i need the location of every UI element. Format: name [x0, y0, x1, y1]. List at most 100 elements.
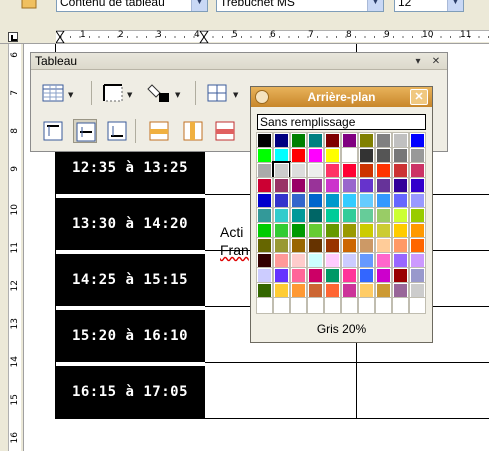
color-swatch[interactable] — [324, 252, 341, 269]
color-swatch[interactable] — [290, 297, 307, 314]
font-name-combo[interactable]: Trebuchet MS ▼ — [216, 0, 384, 12]
color-swatch[interactable] — [307, 222, 324, 239]
color-swatch[interactable] — [358, 252, 375, 269]
color-swatch[interactable] — [273, 297, 290, 314]
color-swatch[interactable] — [375, 237, 392, 254]
borders-button[interactable] — [101, 81, 125, 105]
color-swatch[interactable] — [392, 132, 409, 149]
color-swatch[interactable] — [375, 192, 392, 209]
color-swatch[interactable] — [307, 162, 324, 179]
color-swatch[interactable] — [290, 177, 307, 194]
color-swatch[interactable] — [341, 282, 358, 299]
insert-table-button[interactable] — [41, 81, 65, 105]
chevron-down-icon[interactable]: ▼ — [367, 0, 383, 11]
chevron-down-icon[interactable]: ▼ — [127, 91, 135, 99]
color-swatch[interactable] — [341, 192, 358, 209]
color-swatch[interactable] — [375, 177, 392, 194]
color-swatch[interactable] — [290, 132, 307, 149]
color-swatch[interactable] — [256, 267, 273, 284]
color-swatch[interactable] — [256, 282, 273, 299]
color-swatch[interactable] — [273, 252, 290, 269]
align-top-button[interactable] — [41, 119, 65, 143]
color-swatch[interactable] — [375, 222, 392, 239]
time-slot-cell[interactable]: 13:30 à 14:20 — [55, 198, 205, 250]
table-toolbar-titlebar[interactable]: Tableau ▾ ✕ — [31, 53, 447, 70]
color-swatch[interactable] — [324, 192, 341, 209]
color-swatch[interactable] — [375, 252, 392, 269]
color-swatch[interactable] — [358, 297, 375, 314]
paragraph-style-combo[interactable]: Contenu de tableau ▼ — [56, 0, 208, 12]
font-size-combo[interactable]: 12 ▼ — [394, 0, 464, 12]
color-swatch[interactable] — [341, 297, 358, 314]
background-color-popup[interactable]: Arrière-plan ✕ Sans remplissage Gris 20% — [250, 86, 433, 343]
color-swatch[interactable] — [409, 132, 426, 149]
color-swatch[interactable] — [307, 207, 324, 224]
color-swatch[interactable] — [256, 162, 273, 179]
color-swatch[interactable] — [307, 192, 324, 209]
color-swatch[interactable] — [273, 237, 290, 254]
chevron-down-icon[interactable]: ▼ — [175, 91, 183, 99]
color-swatch[interactable] — [290, 192, 307, 209]
time-slot-cell[interactable]: 15:20 à 16:10 — [55, 310, 205, 362]
color-swatch[interactable] — [307, 237, 324, 254]
color-swatch[interactable] — [290, 267, 307, 284]
color-swatch[interactable] — [307, 132, 324, 149]
color-swatch[interactable] — [256, 177, 273, 194]
color-swatch[interactable] — [307, 252, 324, 269]
color-swatch[interactable] — [392, 282, 409, 299]
color-swatch[interactable] — [307, 267, 324, 284]
close-icon[interactable]: ✕ — [410, 89, 428, 105]
color-swatch[interactable] — [273, 192, 290, 209]
color-swatch[interactable] — [341, 267, 358, 284]
activity-text[interactable]: Fran — [220, 242, 249, 258]
color-swatch[interactable] — [307, 282, 324, 299]
color-swatch[interactable] — [341, 132, 358, 149]
align-bottom-button[interactable] — [105, 119, 129, 143]
chevron-down-icon[interactable]: ▼ — [191, 0, 207, 11]
color-swatch[interactable] — [392, 222, 409, 239]
color-swatch[interactable] — [358, 237, 375, 254]
color-swatch[interactable] — [358, 207, 375, 224]
color-swatch[interactable] — [307, 177, 324, 194]
color-swatch[interactable] — [392, 267, 409, 284]
color-swatch[interactable] — [324, 237, 341, 254]
color-swatch[interactable] — [256, 237, 273, 254]
insert-column-button[interactable] — [181, 119, 205, 143]
chevron-down-icon[interactable]: ▼ — [68, 91, 76, 99]
color-swatch[interactable] — [290, 237, 307, 254]
color-swatch[interactable] — [324, 207, 341, 224]
color-swatch[interactable] — [256, 222, 273, 239]
color-swatch[interactable] — [324, 297, 341, 314]
color-swatch[interactable] — [307, 297, 324, 314]
color-swatch[interactable] — [392, 297, 409, 314]
insert-row-button[interactable] — [147, 119, 171, 143]
color-swatch[interactable] — [273, 267, 290, 284]
align-center-vertical-button[interactable] — [73, 119, 97, 143]
color-swatch[interactable] — [256, 132, 273, 149]
color-swatch[interactable] — [273, 177, 290, 194]
color-swatch[interactable] — [273, 222, 290, 239]
color-swatch[interactable] — [409, 222, 426, 239]
time-slot-cell[interactable]: 16:15 à 17:05 — [55, 366, 205, 418]
color-swatch[interactable] — [375, 267, 392, 284]
color-swatch[interactable] — [324, 177, 341, 194]
delete-row-button[interactable] — [213, 119, 237, 143]
color-swatch[interactable] — [409, 207, 426, 224]
horizontal-ruler-track[interactable]: 1 2 3 4 5 6 7 8 9 10 11 — [56, 30, 489, 43]
toolbar-menu-icon[interactable]: ▾ — [411, 53, 425, 70]
color-swatch[interactable] — [256, 207, 273, 224]
color-swatch[interactable] — [358, 132, 375, 149]
color-swatch[interactable] — [375, 147, 392, 164]
color-swatch[interactable] — [409, 267, 426, 284]
color-swatch[interactable] — [392, 252, 409, 269]
color-swatch[interactable] — [341, 237, 358, 254]
color-swatch[interactable] — [409, 162, 426, 179]
color-swatch[interactable] — [358, 147, 375, 164]
styles-icon[interactable] — [20, 0, 38, 10]
color-swatch[interactable] — [358, 192, 375, 209]
color-swatch[interactable] — [375, 162, 392, 179]
color-swatch[interactable] — [358, 222, 375, 239]
chevron-down-icon[interactable]: ▼ — [447, 0, 463, 11]
color-swatch[interactable] — [324, 147, 341, 164]
color-swatch[interactable] — [273, 207, 290, 224]
